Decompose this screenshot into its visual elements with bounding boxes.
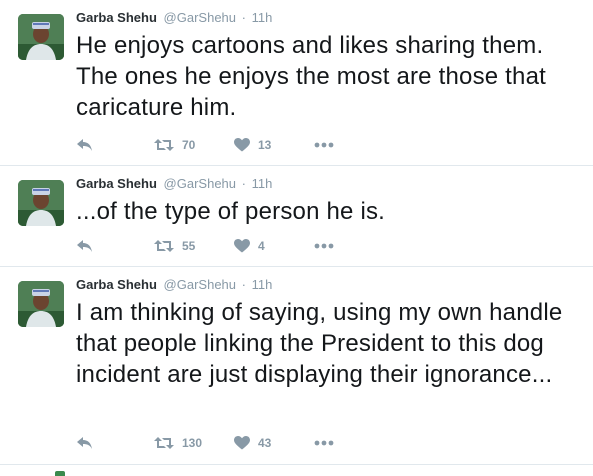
retweet-icon — [154, 239, 174, 253]
retweet-button[interactable]: 55 — [154, 239, 234, 253]
retweet-button[interactable]: 130 — [154, 436, 234, 450]
tweet[interactable]: Garba Shehu @GarShehu · 11h He enjoys ca… — [0, 0, 593, 166]
more-button[interactable] — [314, 142, 334, 148]
like-count: 13 — [258, 138, 272, 152]
author-name[interactable]: Garba Shehu — [76, 176, 157, 191]
tweet-header: Garba Shehu @GarShehu · 11h — [76, 10, 272, 25]
more-button[interactable] — [314, 440, 334, 446]
retweet-count: 130 — [182, 436, 203, 450]
retweet-count: 70 — [182, 138, 196, 152]
heart-icon — [234, 239, 250, 253]
tweet-actions: 130 43 — [76, 433, 334, 453]
tweet-header: Garba Shehu @GarShehu · 11h — [76, 176, 272, 191]
avatar[interactable] — [18, 180, 64, 226]
tweet-timeline: Garba Shehu @GarShehu · 11h He enjoys ca… — [0, 0, 593, 476]
tweet-actions: 55 4 — [76, 236, 334, 256]
retweet-count: 55 — [182, 239, 196, 253]
avatar[interactable] — [18, 281, 64, 327]
more-icon — [314, 142, 334, 148]
separator: · — [241, 10, 246, 25]
reply-icon — [76, 239, 93, 253]
timestamp[interactable]: 11h — [252, 277, 273, 292]
more-icon — [314, 243, 334, 249]
reply-button[interactable] — [76, 138, 154, 152]
author-handle[interactable]: @GarShehu — [164, 277, 236, 292]
tweet-text: He enjoys cartoons and likes sharing the… — [76, 32, 547, 121]
more-icon — [314, 440, 334, 446]
avatar[interactable] — [18, 14, 64, 60]
next-tweet-peek — [0, 465, 593, 476]
author-handle[interactable]: @GarShehu — [164, 176, 236, 191]
avatar-peek — [55, 471, 65, 476]
separator: · — [241, 277, 246, 292]
separator: · — [241, 176, 246, 191]
tweet[interactable]: Garba Shehu @GarShehu · 11h ...of the ty… — [0, 166, 593, 267]
tweet-header: Garba Shehu @GarShehu · 11h — [76, 277, 272, 292]
author-handle[interactable]: @GarShehu — [164, 10, 236, 25]
retweet-icon — [154, 138, 174, 152]
like-count: 4 — [258, 239, 265, 253]
reply-icon — [76, 436, 93, 450]
tweet-text: I am thinking of saying, using my own ha… — [76, 299, 563, 388]
more-button[interactable] — [314, 243, 334, 249]
heart-icon — [234, 436, 250, 450]
reply-button[interactable] — [76, 239, 154, 253]
reply-icon — [76, 138, 93, 152]
like-button[interactable]: 4 — [234, 239, 314, 253]
reply-button[interactable] — [76, 436, 154, 450]
like-count: 43 — [258, 436, 272, 450]
like-button[interactable]: 13 — [234, 138, 314, 152]
timestamp[interactable]: 11h — [252, 176, 273, 191]
author-name[interactable]: Garba Shehu — [76, 10, 157, 25]
like-button[interactable]: 43 — [234, 436, 314, 450]
timestamp[interactable]: 11h — [252, 10, 273, 25]
heart-icon — [234, 138, 250, 152]
retweet-icon — [154, 436, 174, 450]
tweet-actions: 70 13 — [76, 135, 334, 155]
retweet-button[interactable]: 70 — [154, 138, 234, 152]
tweet-text: ...of the type of person he is. — [76, 198, 386, 225]
tweet[interactable]: Garba Shehu @GarShehu · 11h I am thinkin… — [0, 267, 593, 465]
author-name[interactable]: Garba Shehu — [76, 277, 157, 292]
